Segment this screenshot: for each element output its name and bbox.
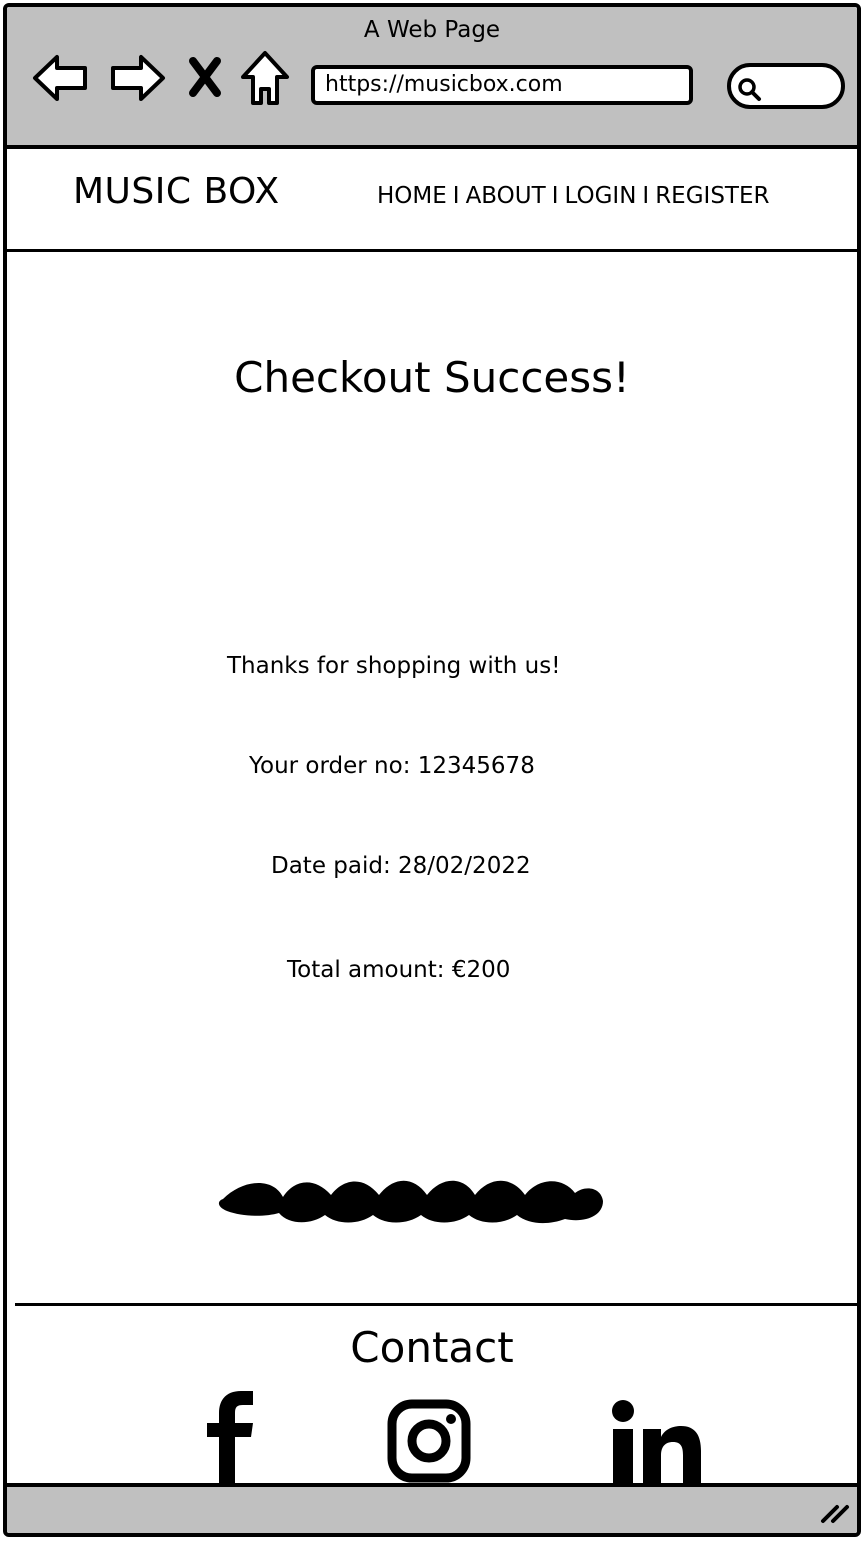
browser-search-box[interactable]	[727, 63, 845, 109]
instagram-icon[interactable]	[387, 1399, 471, 1487]
forward-arrow-icon[interactable]	[107, 51, 167, 109]
back-arrow-icon[interactable]	[31, 51, 91, 109]
nav-separator: I	[642, 183, 650, 209]
thanks-message: Thanks for shopping with us!	[227, 653, 561, 679]
main-nav: HOME I ABOUT I LOGIN I REGISTER	[377, 183, 769, 209]
nav-register-link[interactable]: REGISTER	[655, 183, 769, 209]
contact-heading: Contact	[350, 1323, 514, 1372]
nav-login-link[interactable]: LOGIN	[564, 183, 636, 209]
browser-status-bar	[7, 1483, 857, 1533]
date-paid: Date paid: 28/02/2022	[271, 853, 531, 879]
home-icon[interactable]	[239, 49, 291, 111]
footer-divider	[15, 1303, 857, 1306]
total-amount: Total amount: €200	[287, 957, 511, 983]
nav-home-link[interactable]: HOME	[377, 183, 447, 209]
browser-toolbar: A Web Page https://musicbox.com	[7, 7, 857, 149]
url-input[interactable]: https://musicbox.com	[311, 65, 693, 105]
header-divider	[7, 249, 857, 252]
nav-separator: I	[452, 183, 460, 209]
close-icon[interactable]	[187, 55, 223, 103]
browser-window: A Web Page https://musicbox.com MUSIC BO…	[3, 3, 861, 1537]
order-number: Your order no: 12345678	[249, 753, 535, 779]
resize-handle-icon[interactable]	[817, 1499, 853, 1529]
site-logo[interactable]: MUSIC BOX	[73, 171, 280, 212]
nav-about-link[interactable]: ABOUT	[466, 183, 546, 209]
facebook-icon[interactable]	[203, 1391, 257, 1489]
linkedin-icon[interactable]	[611, 1399, 703, 1487]
scribble-placeholder[interactable]	[213, 1167, 609, 1237]
search-icon	[738, 78, 761, 101]
window-title: A Web Page	[363, 17, 501, 43]
nav-separator: I	[551, 183, 559, 209]
page-title: Checkout Success!	[234, 353, 630, 402]
